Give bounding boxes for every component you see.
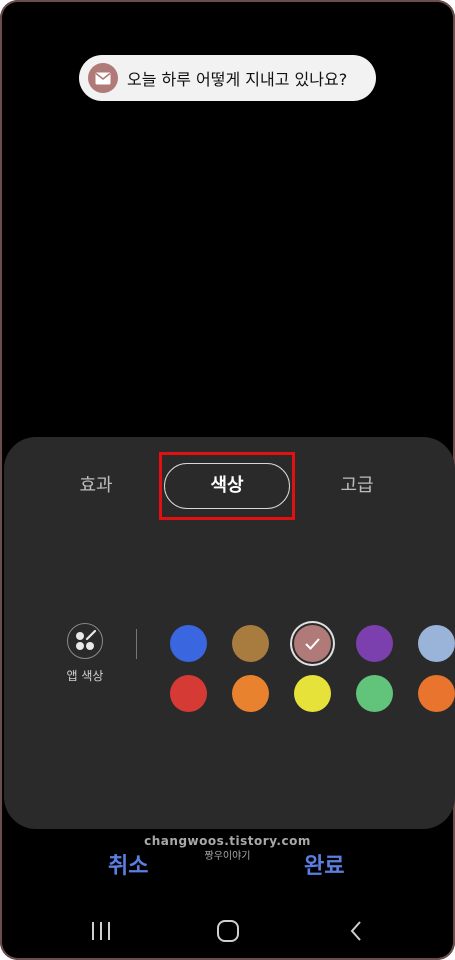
color-swatch-2[interactable] <box>232 625 269 662</box>
notification-text: 오늘 하루 어떻게 지내고 있나요? <box>127 70 348 89</box>
tab-advanced[interactable]: 고급 <box>314 463 400 509</box>
done-button[interactable]: 완료 <box>304 848 344 880</box>
watermark-url: changwoos.tistory.com <box>144 834 311 848</box>
color-swatch-6[interactable] <box>170 675 207 712</box>
notification-pill[interactable]: 오늘 하루 어떻게 지내고 있나요? <box>79 55 376 101</box>
palette-icon <box>67 623 103 659</box>
color-swatch-1[interactable] <box>170 625 207 662</box>
app-color-label: 앱 색상 <box>66 669 104 683</box>
recent-apps-icon[interactable] <box>81 916 121 946</box>
color-swatch-9[interactable] <box>356 675 393 712</box>
home-icon[interactable] <box>208 916 248 946</box>
color-settings-panel: 효과 색상 고급 앱 색상 <box>4 437 455 829</box>
cancel-button[interactable]: 취소 <box>108 848 148 880</box>
app-color-button[interactable]: 앱 색상 <box>59 623 111 685</box>
color-swatch-3[interactable] <box>294 625 331 662</box>
color-swatch-10[interactable] <box>418 675 455 712</box>
phone-screen: 오늘 하루 어떻게 지내고 있나요? 효과 색상 고급 앱 색상 changwo… <box>0 0 455 960</box>
annotation-highlight-box <box>159 452 295 520</box>
watermark-name: 짱우이야기 <box>204 851 251 862</box>
color-swatch-8[interactable] <box>294 675 331 712</box>
color-swatch-7[interactable] <box>232 675 269 712</box>
check-icon <box>305 638 320 650</box>
mail-icon <box>88 63 118 93</box>
back-icon[interactable] <box>336 916 376 946</box>
color-swatch-5[interactable] <box>418 625 455 662</box>
divider <box>136 629 137 659</box>
tab-effect[interactable]: 효과 <box>54 463 138 509</box>
color-swatch-4[interactable] <box>356 625 393 662</box>
